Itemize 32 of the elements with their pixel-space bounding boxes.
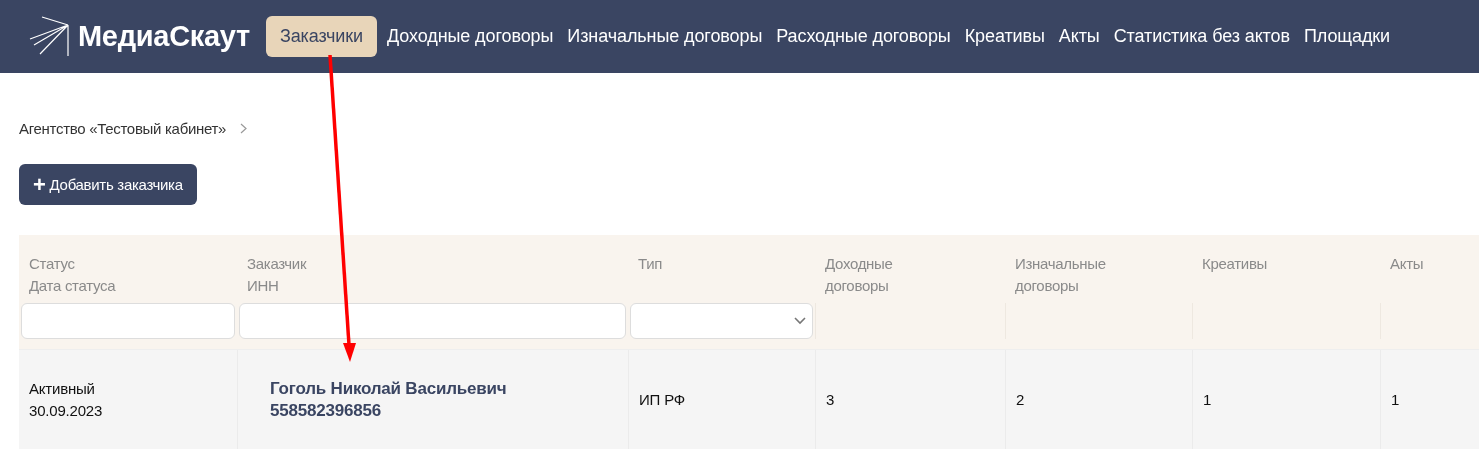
filter-field[interactable] xyxy=(21,303,235,339)
filter-select[interactable] xyxy=(630,303,813,339)
nav-tab[interactable]: Акты xyxy=(1054,16,1104,57)
column-header: Тип xyxy=(637,254,664,274)
breadcrumb-link[interactable]: Агентство «Тестовый кабинет» xyxy=(19,119,227,137)
table-cell-text: 3 xyxy=(826,389,835,410)
nav-tab[interactable]: Креативы xyxy=(960,16,1049,57)
table-cell-text: 2 xyxy=(1016,389,1025,410)
table-cell-text: 1 xyxy=(1203,389,1212,410)
column-header: Доходные договоры xyxy=(824,254,894,296)
nav-tab[interactable]: Заказчики xyxy=(265,16,377,57)
chevron-down-icon xyxy=(794,317,806,325)
chevron-right-icon xyxy=(240,122,248,134)
logo-rays-icon xyxy=(28,15,72,58)
column-header: Статус Дата статуса xyxy=(28,254,117,296)
nav-tab[interactable]: Расходные договоры xyxy=(772,16,955,57)
table-cell-text: Гоголь Николай Васильевич 558582396856 xyxy=(269,377,507,422)
table-cell-text: ИП РФ xyxy=(639,389,685,410)
column-header: Креативы xyxy=(1201,254,1269,274)
nav-tab[interactable]: Площадки xyxy=(1299,16,1395,57)
filter-field[interactable] xyxy=(239,303,626,339)
add-customer-button[interactable]: + Добавить заказчика xyxy=(19,164,197,205)
table-cell-text: 1 xyxy=(1391,389,1400,410)
column-header: Акты xyxy=(1389,254,1425,274)
nav-tab[interactable]: Изначальные договоры xyxy=(563,16,767,57)
column-header: Заказчик ИНН xyxy=(246,254,308,296)
table-cell-text: Активный 30.09.2023 xyxy=(29,378,103,421)
column-header: Изначальные договоры xyxy=(1014,254,1107,296)
nav-tab[interactable]: Доходные договоры xyxy=(383,16,558,57)
logo-text: МедиаСкаут xyxy=(78,20,250,53)
table-row[interactable]: Активный 30.09.2023 Гоголь Николай Васильевич 558582396856 ИП РФ 3 2 1 1 xyxy=(19,349,1479,449)
nav-tab[interactable]: Статистика без актов xyxy=(1109,16,1294,57)
